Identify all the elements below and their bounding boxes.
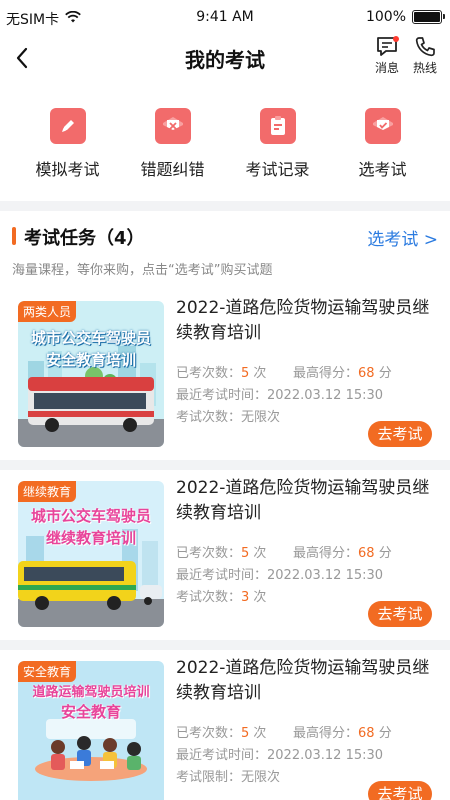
last-exam-time: 最近考试时间：2022.03.12 15:30 bbox=[176, 568, 384, 583]
unread-dot bbox=[393, 36, 399, 42]
course-title: 2022-道路危险货物运输驾驶员继续教育培训 bbox=[176, 298, 430, 343]
exam-card[interactable]: 继续教育 城市公交车驾驶员 继续教育培训 2022-道路危险货物运输驾驶员继续教… bbox=[0, 470, 450, 640]
course-thumbnail: 两类人员 城市公交车驾驶员 安全教育培训 bbox=[18, 301, 164, 447]
course-title: 2022-道路危险货物运输驾驶员继续教育培训 bbox=[176, 478, 430, 523]
exam-card[interactable]: 安全教育 道路运输驾驶员培训 安全教育 2022-道路危险货物运输驾驶员继续教育… bbox=[0, 650, 450, 800]
status-right: 100% bbox=[365, 9, 445, 25]
pencil-icon bbox=[49, 108, 86, 144]
status-bar: 无SIM卡 9:41 AM 100% bbox=[0, 0, 450, 36]
limit-label: 考试限制： bbox=[176, 770, 242, 785]
taken-count: 已考次数：5 次 bbox=[176, 542, 266, 561]
exam-limit: 考试次数：无限次 bbox=[176, 406, 280, 425]
last-exam-time: 最近考试时间：2022.03.12 15:30 bbox=[176, 748, 384, 763]
limit-label: 考试次数： bbox=[176, 590, 242, 605]
hotline-label: 热线 bbox=[412, 61, 437, 75]
exam-limit: 考试次数：3 次 bbox=[176, 586, 266, 605]
battery-percent: 100% bbox=[365, 9, 406, 25]
quick-select-exam[interactable]: 选考试 bbox=[330, 96, 435, 196]
last-exam-time: 最近考试时间：2022.03.12 15:30 bbox=[176, 388, 384, 403]
section-header: 考试任务（4） 选考试 > bbox=[0, 222, 450, 254]
taken-label: 已考次数： bbox=[176, 546, 242, 561]
exam-limit: 考试限制：无限次 bbox=[176, 766, 280, 785]
taken-unit: 次 bbox=[249, 546, 267, 561]
thumb-text-line2: 安全教育培训 bbox=[45, 351, 136, 369]
exam-card[interactable]: 两类人员 城市公交车驾驶员 安全教育培训 2022-道路危险货物运输驾驶员继续教… bbox=[0, 290, 450, 460]
section-accent-bar bbox=[12, 227, 16, 245]
quick-actions: 模拟考试 错题纠错 考试记录 选考试 bbox=[0, 96, 450, 196]
taken-count: 已考次数：5 次 bbox=[176, 722, 266, 741]
best-value: 68 bbox=[358, 726, 375, 741]
limit-unit: 次 bbox=[249, 590, 267, 605]
taken-unit: 次 bbox=[249, 726, 267, 741]
limit-value: 无限次 bbox=[241, 410, 281, 425]
card-separator bbox=[0, 460, 450, 470]
quick-label: 考试记录 bbox=[245, 160, 310, 179]
course-title: 2022-道路危险货物运输驾驶员继续教育培训 bbox=[176, 658, 430, 703]
take-exam-button[interactable]: 去考试 bbox=[368, 601, 432, 627]
course-thumbnail: 继续教育 城市公交车驾驶员 继续教育培训 bbox=[18, 481, 164, 627]
best-unit: 分 bbox=[374, 366, 392, 381]
thumb-text-line1: 城市公交车驾驶员 bbox=[30, 507, 151, 525]
course-tag: 两类人员 bbox=[18, 301, 77, 322]
battery-icon bbox=[412, 10, 445, 24]
message-button[interactable]: 消息 bbox=[370, 36, 404, 76]
take-exam-button[interactable]: 去考试 bbox=[368, 781, 432, 800]
card-separator bbox=[0, 640, 450, 650]
best-label: 最高得分： bbox=[293, 726, 359, 741]
hotline-button[interactable]: 热线 bbox=[408, 36, 442, 76]
quick-exam-records[interactable]: 考试记录 bbox=[225, 96, 330, 196]
mail-check-icon bbox=[364, 108, 401, 144]
course-tag: 继续教育 bbox=[18, 481, 77, 502]
thumb-text-line1: 城市公交车驾驶员 bbox=[30, 329, 151, 347]
mail-error-icon bbox=[154, 108, 191, 144]
best-unit: 分 bbox=[374, 546, 392, 561]
taken-count: 已考次数：5 次 bbox=[176, 362, 266, 381]
limit-label: 考试次数： bbox=[176, 410, 242, 425]
quick-label: 模拟考试 bbox=[35, 160, 100, 179]
nav-bar: 我的考试 消息 热线 bbox=[0, 36, 450, 80]
best-value: 68 bbox=[358, 546, 375, 561]
best-value: 68 bbox=[358, 366, 375, 381]
select-exam-link[interactable]: 选考试 > bbox=[367, 225, 438, 250]
taken-unit: 次 bbox=[249, 366, 267, 381]
quick-label: 选考试 bbox=[358, 160, 407, 179]
best-score: 最高得分：68 分 bbox=[293, 722, 392, 741]
quick-mock-exam[interactable]: 模拟考试 bbox=[15, 96, 120, 196]
thumb-text-line1: 道路运输驾驶员培训 bbox=[32, 685, 150, 700]
quick-label: 错题纠错 bbox=[140, 160, 205, 179]
limit-value: 无限次 bbox=[241, 770, 281, 785]
taken-label: 已考次数： bbox=[176, 366, 242, 381]
best-score: 最高得分：68 分 bbox=[293, 362, 392, 381]
taken-label: 已考次数： bbox=[176, 726, 242, 741]
best-score: 最高得分：68 分 bbox=[293, 542, 392, 561]
section-subtitle: 海量课程，等你来购，点击“选考试”购买试题 bbox=[12, 263, 273, 278]
best-label: 最高得分： bbox=[293, 366, 359, 381]
take-exam-button[interactable]: 去考试 bbox=[368, 421, 432, 447]
divider bbox=[0, 201, 450, 211]
thumb-text-line2: 继续教育培训 bbox=[45, 529, 136, 547]
thumb-text-line2: 安全教育 bbox=[60, 703, 121, 721]
quick-error-correction[interactable]: 错题纠错 bbox=[120, 96, 225, 196]
best-label: 最高得分： bbox=[293, 546, 359, 561]
best-unit: 分 bbox=[374, 726, 392, 741]
phone-icon bbox=[415, 37, 435, 57]
clipboard-icon bbox=[259, 108, 296, 144]
course-thumbnail: 安全教育 道路运输驾驶员培训 安全教育 bbox=[18, 661, 164, 800]
message-label: 消息 bbox=[374, 61, 399, 75]
section-title: 考试任务（4） bbox=[24, 228, 145, 249]
course-tag: 安全教育 bbox=[18, 661, 77, 682]
